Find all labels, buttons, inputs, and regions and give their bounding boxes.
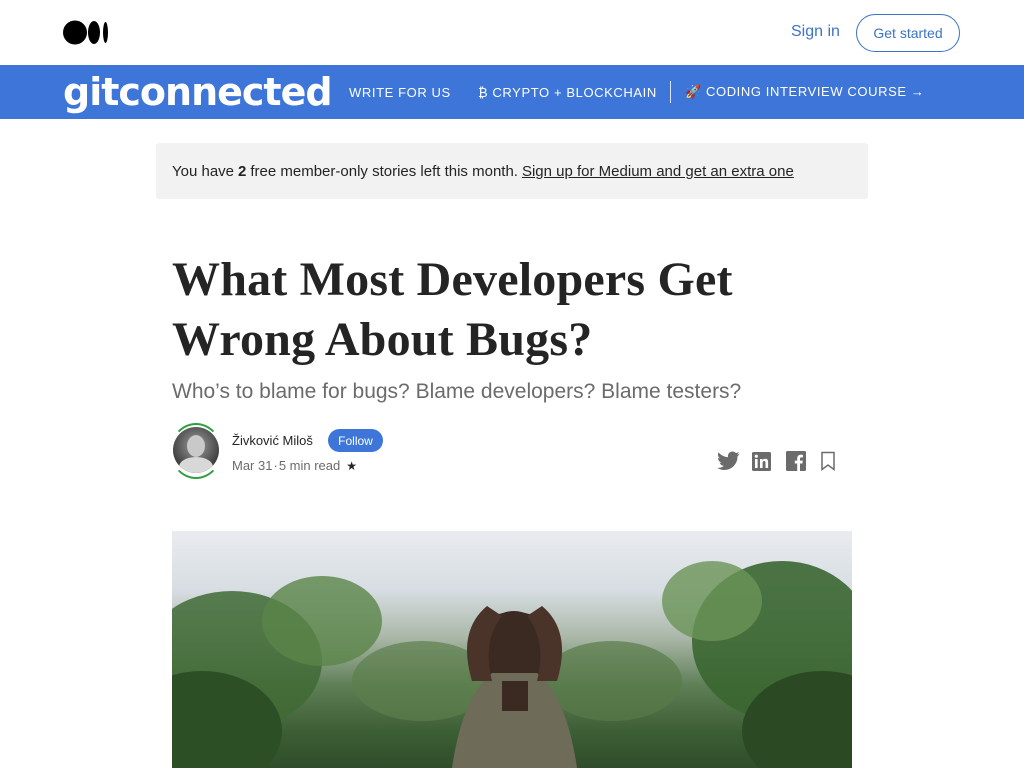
author-avatar[interactable] — [173, 427, 219, 473]
author-name[interactable]: Živković Miloš — [232, 433, 313, 448]
article-subtitle: Who’s to blame for bugs? Blame developer… — [172, 380, 742, 403]
nav-coding-interview-course[interactable]: 🚀 CODING INTERVIEW COURSE → — [685, 65, 924, 119]
bookmark-icon[interactable] — [820, 451, 836, 471]
nav-crypto-blockchain[interactable]: ₿ CRYPTO + BLOCKCHAIN — [478, 65, 657, 119]
get-started-button[interactable]: Get started — [856, 14, 960, 52]
article-meta: Mar 31 · 5 min read ★ — [232, 458, 357, 473]
publication-logo[interactable]: gitconnected — [63, 68, 333, 116]
signup-link[interactable]: Sign up for Medium and get an extra one — [522, 163, 794, 180]
medium-logo-icon[interactable] — [63, 20, 109, 45]
hero-photo-illustration — [172, 561, 852, 768]
publication-bar: gitconnected WRITE FOR US ₿ CRYPTO + BLO… — [0, 65, 1024, 119]
twitter-icon[interactable] — [717, 451, 740, 471]
banner-count: 2 — [238, 162, 247, 180]
facebook-icon[interactable] — [786, 451, 806, 471]
sign-in-link[interactable]: Sign in — [791, 23, 840, 41]
article-title: What Most Developers Get Wrong About Bug… — [172, 253, 733, 366]
linkedin-icon[interactable] — [752, 451, 771, 471]
nav-write-for-us[interactable]: WRITE FOR US — [349, 65, 451, 119]
share-icons — [717, 450, 836, 472]
follow-button[interactable]: Follow — [328, 429, 383, 452]
banner-suffix: free member-only stories left this month… — [250, 162, 518, 180]
meta-separator: · — [273, 458, 278, 473]
top-bar: Sign in Get started — [0, 0, 1024, 65]
hero-image — [172, 531, 852, 768]
article-date: Mar 31 — [232, 458, 273, 473]
read-time: 5 min read — [278, 458, 341, 473]
member-stories-banner: You have 2 free member-only stories left… — [156, 143, 868, 199]
banner-prefix: You have — [172, 162, 235, 180]
avatar-shoulders — [179, 457, 213, 473]
avatar-face — [187, 435, 205, 457]
member-star-icon: ★ — [346, 458, 357, 473]
nav-divider — [670, 81, 671, 103]
